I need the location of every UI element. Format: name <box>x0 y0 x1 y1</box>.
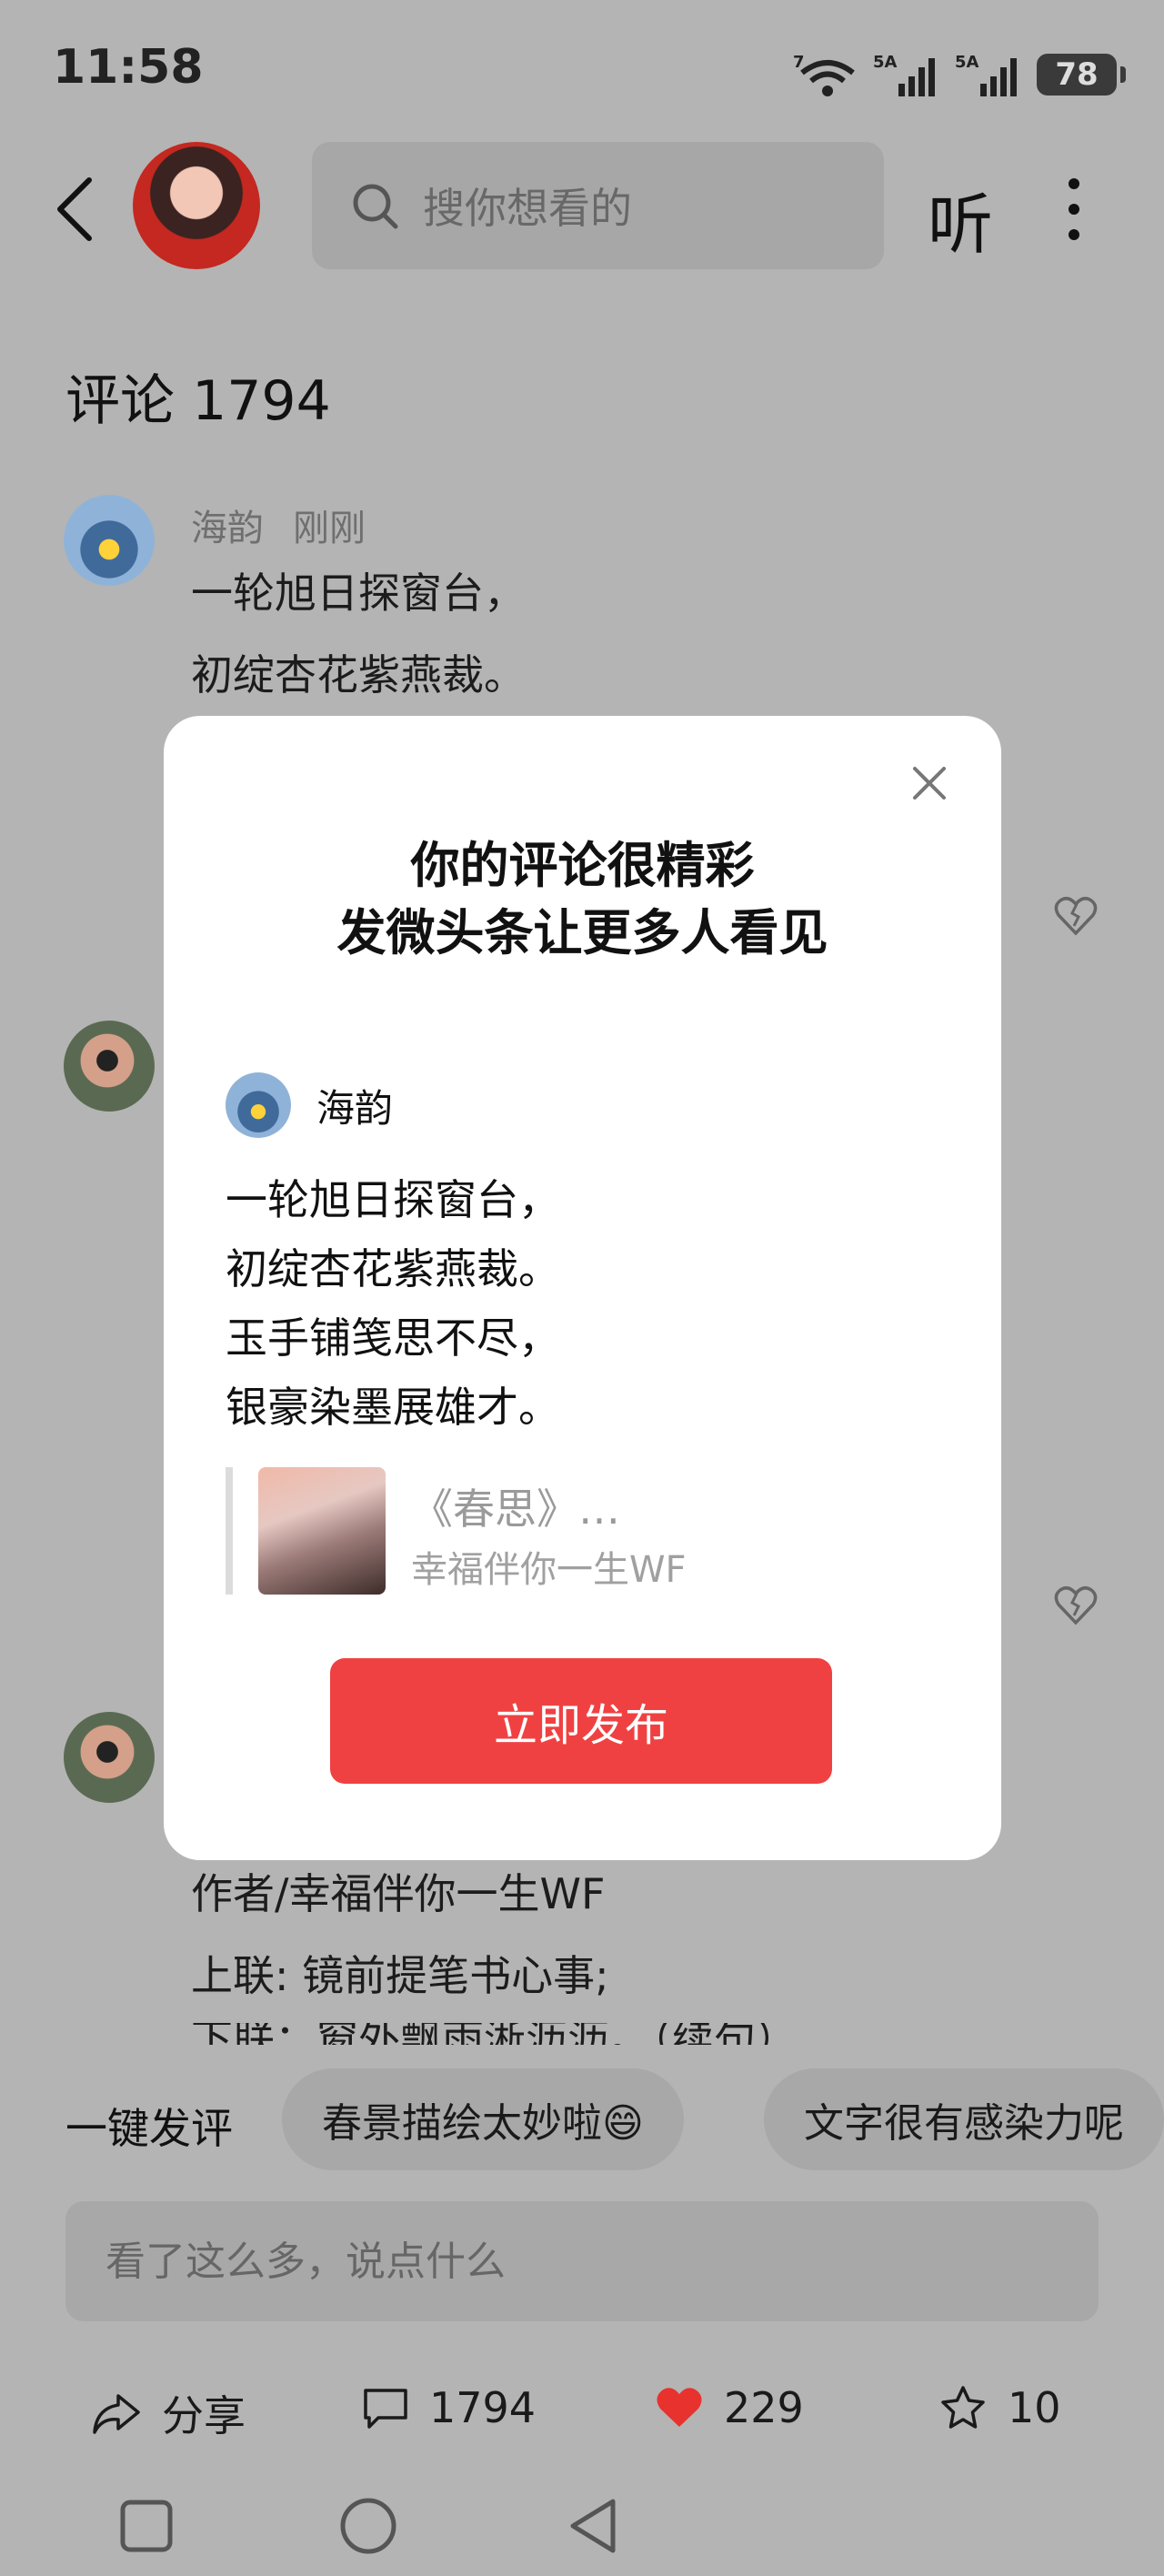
comments-title: 评论 1794 <box>65 369 331 433</box>
close-icon[interactable] <box>909 763 949 803</box>
preview-line: 一轮旭日探窗台， <box>226 1175 560 1224</box>
chevron-left-icon[interactable] <box>47 173 102 246</box>
comment-line: 作者/幸福伴你一生WF <box>191 1869 606 1918</box>
comment-icon <box>364 2389 407 2429</box>
share-button[interactable]: 分享 <box>91 2383 246 2443</box>
comment-line: 上联: 镜前提笔书心事; <box>191 1951 609 2000</box>
system-nav-bar <box>0 2474 1164 2576</box>
comment-avatar[interactable] <box>64 1021 155 1112</box>
dialog-title: 你的评论很精彩 <box>410 837 755 894</box>
dialog-subtitle: 发微头条让更多人看见 <box>336 904 828 961</box>
more-vertical-icon[interactable] <box>1060 173 1088 246</box>
sim1-label: 5A <box>873 53 898 72</box>
comment-avatar[interactable] <box>64 1712 155 1803</box>
preview-avatar <box>226 1072 291 1138</box>
share-label: 分享 <box>162 2391 246 2440</box>
article-title: 《春思》… <box>411 1484 620 1534</box>
comment-field[interactable] <box>104 2237 1017 2286</box>
author-avatar[interactable] <box>133 142 260 269</box>
clock: 11:58 <box>53 40 204 95</box>
publish-button[interactable]: 立即发布 <box>330 1658 832 1784</box>
favorite-count: 10 <box>1008 2383 1061 2432</box>
favorite-button[interactable]: 10 <box>938 2383 1061 2432</box>
quick-reply-label: 一键发评 <box>65 2104 233 2153</box>
like-count: 229 <box>724 2383 804 2432</box>
quote-bar <box>226 1467 233 1595</box>
comment-button[interactable]: 1794 <box>362 2383 536 2432</box>
quick-reply-chip[interactable]: 春景描绘太妙啦😄 <box>282 2068 684 2170</box>
preview-line: 初绽杏花紫燕裁。 <box>226 1244 560 1293</box>
article-author: 幸福伴你一生WF <box>411 1549 687 1591</box>
home-icon[interactable] <box>338 2496 398 2556</box>
preview-line: 玉手铺笺思不尽， <box>226 1313 560 1363</box>
status-icons: 7 5A 5A 78 <box>793 47 1126 102</box>
comment-count: 1794 <box>429 2383 537 2432</box>
publish-dialog: 你的评论很精彩 发微头条让更多人看见 海韵 一轮旭日探窗台， 初绽杏花紫燕裁。 … <box>164 716 1001 1860</box>
heart-icon <box>657 2388 702 2427</box>
comment-author[interactable]: 海韵 <box>191 498 264 551</box>
search-input[interactable]: 搜你想看的 <box>312 142 884 269</box>
article-thumbnail <box>258 1467 386 1595</box>
sim2-label: 5A <box>955 53 979 72</box>
share-icon <box>93 2394 140 2434</box>
dislike-icon[interactable] <box>1053 1583 1099 1628</box>
dislike-icon[interactable] <box>1053 893 1099 939</box>
quick-reply-chip[interactable]: 文字很有感染力呢 <box>764 2068 1164 2170</box>
comment-line-clipped: 下联：窗外飘雨淅沥沥。（续句） <box>0 2023 1164 2045</box>
comment-time: 刚刚 <box>293 508 366 549</box>
preview-line: 银豪染墨展雄才。 <box>226 1383 560 1432</box>
search-icon <box>353 184 398 229</box>
comment-avatar[interactable] <box>64 495 155 586</box>
signal-2-icon: 5A <box>955 53 1017 96</box>
listen-button[interactable]: 听 <box>928 171 993 267</box>
comment-line: 下联：窗外飘雨淅沥沥。（续句） <box>191 2023 798 2045</box>
comment-line: 初绽杏花紫燕裁。 <box>191 650 526 699</box>
signal-1-icon: 5A <box>873 53 935 96</box>
star-icon <box>941 2386 985 2429</box>
recents-icon[interactable] <box>118 2498 175 2554</box>
comment-line: 一轮旭日探窗台， <box>191 569 526 618</box>
battery-indicator: 78 <box>1037 54 1126 96</box>
preview-author: 海韵 <box>316 1086 394 1131</box>
back-nav-icon[interactable] <box>566 2496 620 2556</box>
like-button[interactable]: 229 <box>655 2383 804 2432</box>
status-bar: 11:58 7 5A 5A 78 <box>0 0 1164 136</box>
search-placeholder: 搜你想看的 <box>423 184 632 233</box>
wifi-icon: 7 <box>793 53 855 96</box>
comment-input[interactable] <box>65 2201 1099 2321</box>
